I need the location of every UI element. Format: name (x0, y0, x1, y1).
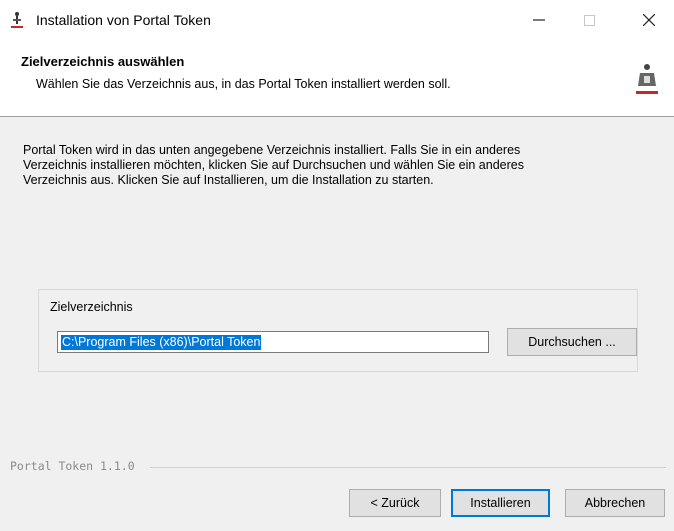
page-title: Zielverzeichnis auswählen (21, 54, 185, 69)
footer-divider (150, 467, 666, 468)
description-line: Verzeichnis aus. Klicken Sie auf Install… (23, 173, 434, 187)
page-subtitle: Wählen Sie das Verzeichnis aus, in das P… (36, 77, 451, 91)
version-label: Portal Token 1.1.0 (10, 459, 139, 473)
minimize-icon (533, 19, 545, 21)
title-bar: Installation von Portal Token (0, 0, 674, 40)
description-line: Verzeichnis installieren möchten, klicke… (23, 158, 524, 172)
close-button[interactable] (626, 0, 672, 40)
install-button[interactable]: Installieren (451, 489, 550, 517)
maximize-icon (583, 14, 595, 26)
install-description: Portal Token wird in das unten angegeben… (23, 143, 653, 188)
minimize-button[interactable] (516, 0, 562, 40)
close-icon (643, 14, 655, 26)
destination-path-text: C:\Program Files (x86)\Portal Token (61, 335, 262, 350)
description-line: Portal Token wird in das unten angegeben… (23, 143, 521, 157)
destination-group-label: Zielverzeichnis (50, 300, 133, 314)
cancel-button[interactable]: Abbrechen (565, 489, 665, 517)
page-header: Zielverzeichnis auswählen Wählen Sie das… (0, 40, 674, 117)
back-button[interactable]: < Zurück (349, 489, 441, 517)
brand-logo-icon (636, 64, 658, 94)
installer-icon (11, 12, 23, 28)
maximize-button (566, 0, 612, 40)
browse-button[interactable]: Durchsuchen ... (507, 328, 637, 356)
destination-path-input[interactable]: C:\Program Files (x86)\Portal Token (57, 331, 489, 353)
window-title: Installation von Portal Token (36, 12, 211, 28)
